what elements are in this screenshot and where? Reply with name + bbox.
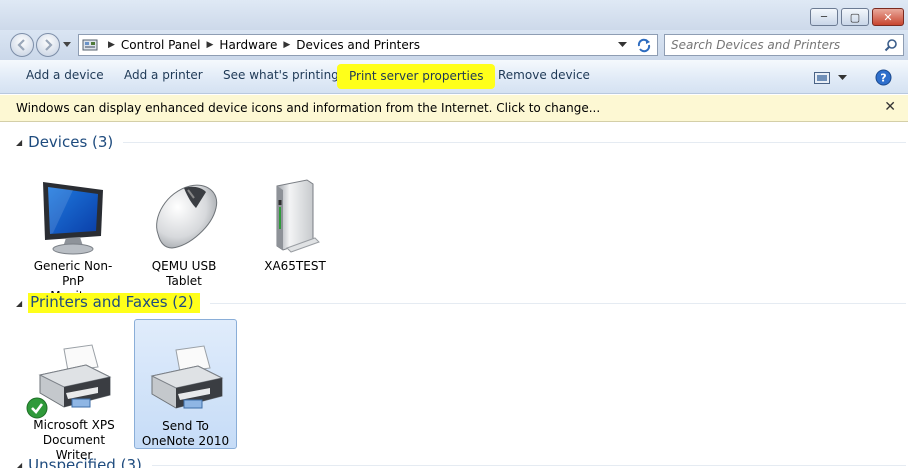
collapse-icon[interactable]: ◢ — [16, 461, 22, 468]
explorer-window: ─ ▢ ✕ ▶ Control Panel ▶ Hardware ▶ Devic… — [0, 0, 908, 468]
breadcrumb-separator[interactable]: ▶ — [203, 40, 218, 50]
view-options-dropdown-icon[interactable] — [838, 75, 847, 81]
maximize-icon: ▢ — [849, 10, 861, 24]
close-icon: ✕ — [883, 10, 893, 24]
minimize-button[interactable]: ─ — [810, 8, 838, 26]
group-divider — [123, 141, 906, 143]
command-bar: Add a device Add a printer See what's pr… — [0, 60, 908, 94]
printer-item-xps[interactable]: Microsoft XPS Document Writer — [24, 321, 124, 462]
device-label: XA65TEST — [264, 259, 326, 273]
add-printer-button[interactable]: Add a printer — [124, 68, 203, 82]
add-device-button[interactable]: Add a device — [26, 68, 104, 82]
printer-item-onenote[interactable]: Send To OneNote 2010 — [134, 319, 237, 449]
monitor-icon — [43, 182, 103, 255]
search-icon[interactable] — [884, 38, 898, 52]
help-icon[interactable]: ? — [875, 69, 892, 86]
group-title-devices: Devices (3) — [28, 133, 114, 151]
group-divider — [209, 302, 906, 304]
svg-text:?: ? — [880, 72, 886, 85]
address-dropdown-icon[interactable] — [618, 42, 627, 48]
breadcrumb-devices-and-printers[interactable]: Devices and Printers — [294, 38, 422, 52]
group-title-unspecified: Unspecified (3) — [28, 456, 142, 468]
history-dropdown-icon[interactable] — [63, 42, 71, 48]
device-item-tablet[interactable]: QEMU USB Tablet — [134, 178, 234, 289]
info-bar[interactable]: Windows can display enhanced device icon… — [0, 95, 908, 122]
search-input[interactable] — [665, 35, 875, 55]
info-bar-message[interactable]: Windows can display enhanced device icon… — [16, 101, 600, 115]
control-panel-icon — [82, 39, 98, 51]
maximize-button[interactable]: ▢ — [841, 8, 869, 26]
forward-button[interactable] — [36, 33, 60, 57]
breadcrumb-control-panel[interactable]: Control Panel — [119, 38, 203, 52]
minimize-icon: ─ — [820, 11, 828, 23]
breadcrumb-hardware[interactable]: Hardware — [217, 38, 279, 52]
remove-device-button[interactable]: Remove device — [498, 68, 590, 82]
back-arrow-icon — [17, 39, 25, 51]
computer-tower-icon — [276, 179, 320, 253]
collapse-icon[interactable]: ◢ — [16, 299, 22, 308]
group-header-printers[interactable]: ◢ Printers and Faxes (2) — [16, 293, 906, 313]
title-bar: ─ ▢ ✕ — [0, 0, 908, 30]
refresh-icon[interactable] — [635, 37, 653, 53]
search-box — [664, 34, 904, 56]
breadcrumb-separator[interactable]: ▶ — [104, 40, 119, 50]
print-server-properties-button[interactable]: Print server properties — [337, 64, 496, 89]
breadcrumb[interactable]: ▶ Control Panel ▶ Hardware ▶ Devices and… — [78, 34, 658, 56]
devices-content: ◢ Devices (3) Generic Non-PnP Monitor — [0, 123, 908, 468]
breadcrumb-separator[interactable]: ▶ — [279, 40, 294, 50]
group-divider — [151, 464, 906, 466]
back-button[interactable] — [10, 33, 34, 57]
close-button[interactable]: ✕ — [872, 8, 904, 26]
address-bar: ▶ Control Panel ▶ Hardware ▶ Devices and… — [0, 30, 908, 60]
device-label: QEMU USB Tablet — [151, 259, 217, 288]
mouse-icon — [156, 184, 218, 249]
group-header-devices[interactable]: ◢ Devices (3) — [16, 132, 906, 152]
printer-icon — [150, 345, 223, 409]
printer-label: Send To OneNote 2010 — [141, 419, 230, 448]
default-printer-check-icon — [26, 397, 48, 419]
group-header-unspecified[interactable]: ◢ Unspecified (3) — [16, 455, 906, 468]
see-whats-printing-button[interactable]: See what's printing — [223, 68, 339, 82]
info-bar-close-icon[interactable]: ✕ — [884, 99, 896, 115]
forward-arrow-icon — [45, 39, 53, 51]
group-title-printers: Printers and Faxes (2) — [28, 293, 200, 313]
device-item-monitor[interactable]: Generic Non-PnP Monitor — [23, 178, 123, 304]
collapse-icon[interactable]: ◢ — [16, 138, 22, 147]
change-view-icon[interactable] — [814, 72, 830, 84]
device-item-computer[interactable]: XA65TEST — [245, 178, 345, 274]
